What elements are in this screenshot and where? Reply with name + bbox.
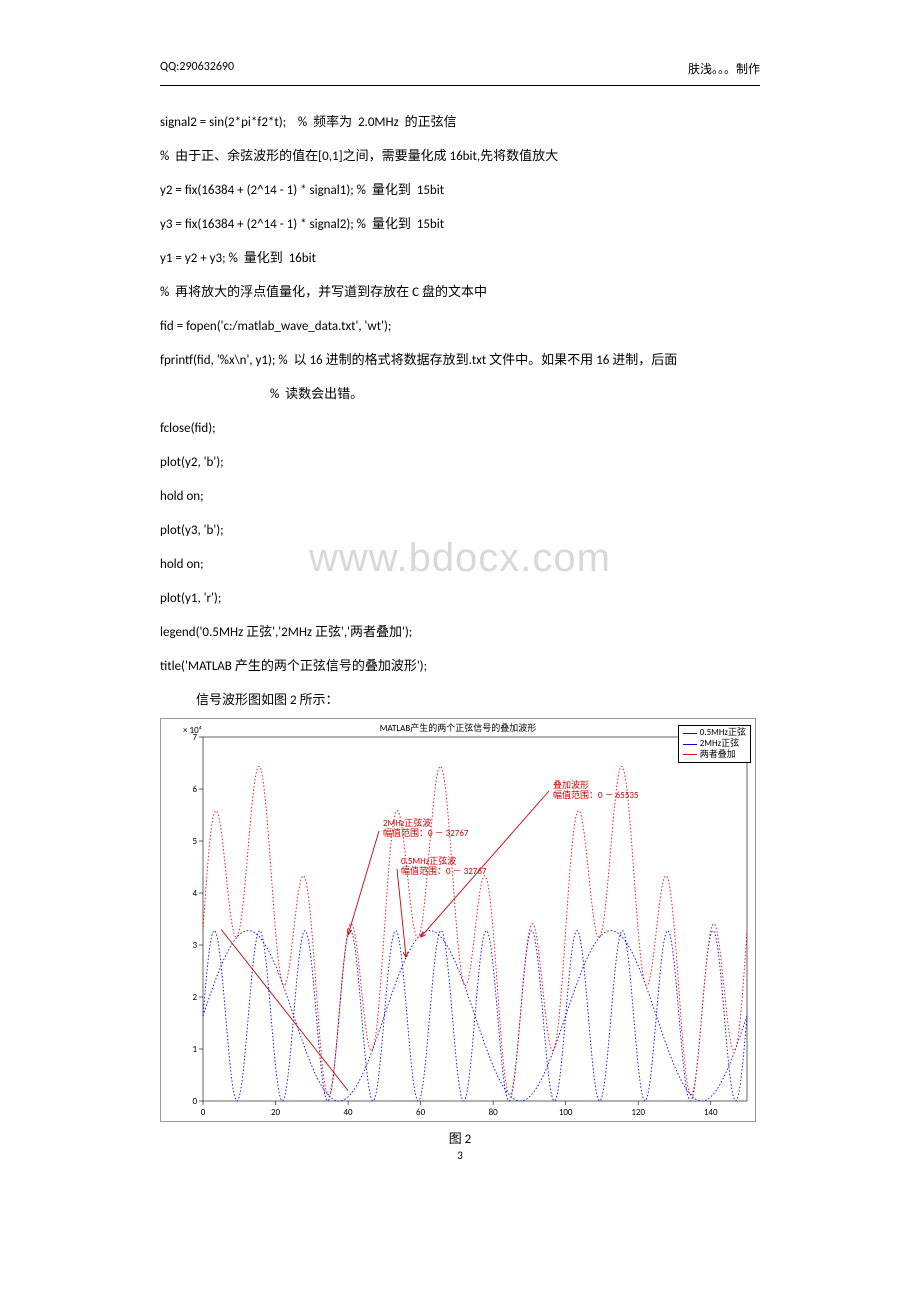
svg-text:60: 60: [416, 1107, 426, 1118]
page-header: QQ:290632690 肤浅。。。制作: [160, 60, 760, 77]
code-line: y2 = fix(16384 + (2^14 - 1) * signal1); …: [160, 178, 760, 204]
chart-figure: MATLAB产生的两个正弦信号的叠加波形 × 10⁴ 0204060801001…: [160, 718, 756, 1122]
header-divider: [160, 85, 760, 86]
caption-intro: 信号波形图如图 2 所示：: [196, 688, 760, 714]
svg-text:40: 40: [344, 1107, 354, 1118]
code-line: y3 = fix(16384 + (2^14 - 1) * signal2); …: [160, 212, 760, 238]
code-line: fprintf(fid, '%x\n', y1); % 以 16 进制的格式将数…: [160, 348, 760, 374]
legend-label: 2MHz正弦: [700, 739, 739, 750]
code-line: % 再将放大的浮点值量化，并写道到存放在 C 盘的文本中: [160, 280, 760, 306]
svg-text:0: 0: [192, 1096, 197, 1107]
code-line: y1 = y2 + y3; % 量化到 16bit: [160, 246, 760, 272]
legend-swatch: [683, 733, 697, 734]
svg-text:1: 1: [192, 1044, 197, 1055]
chart-annotation: 叠加波形幅值范围：0 － 65535: [553, 781, 638, 802]
chart-title: MATLAB产生的两个正弦信号的叠加波形: [161, 721, 755, 734]
code-line: % 由于正、余弦波形的值在[0,1]之间，需要量化成 16bit,先将数值放大: [160, 144, 760, 170]
code-line: % 读数会出错。: [270, 382, 760, 408]
svg-text:6: 6: [192, 784, 197, 795]
chart-legend: 0.5MHz正弦 2MHz正弦 两者叠加: [678, 725, 751, 763]
page-number: 3: [160, 1149, 760, 1162]
svg-text:20: 20: [271, 1107, 281, 1118]
legend-row: 两者叠加: [683, 750, 746, 761]
svg-text:2: 2: [192, 992, 197, 1003]
figure-caption: 图 2: [160, 1128, 760, 1147]
code-line: fid = fopen('c:/matlab_wave_data.txt', '…: [160, 314, 760, 340]
watermark: www.bdocx.com: [0, 536, 920, 581]
code-line: fclose(fid);: [160, 416, 760, 442]
legend-label: 两者叠加: [700, 750, 736, 761]
code-line: plot(y2, 'b');: [160, 450, 760, 476]
svg-text:100: 100: [559, 1107, 573, 1118]
chart-annotation: 2MHz正弦波幅值范围：0 － 32767: [383, 819, 468, 840]
svg-text:5: 5: [192, 836, 197, 847]
svg-text:80: 80: [489, 1107, 499, 1118]
legend-swatch: [683, 754, 697, 755]
code-line: legend('0.5MHz 正弦','2MHz 正弦','两者叠加');: [160, 620, 760, 646]
code-line: hold on;: [160, 484, 760, 510]
page: QQ:290632690 肤浅。。。制作 signal2 = sin(2*pi*…: [0, 0, 920, 1192]
code-line: title('MATLAB 产生的两个正弦信号的叠加波形');: [160, 654, 760, 680]
legend-row: 2MHz正弦: [683, 739, 746, 750]
header-left: QQ:290632690: [160, 60, 234, 77]
y-exponent: × 10⁴: [183, 725, 202, 736]
code-line: signal2 = sin(2*pi*f2*t); % 频率为 2.0MHz 的…: [160, 110, 760, 136]
svg-text:140: 140: [704, 1107, 718, 1118]
chart-svg: 02040608010012014001234567: [161, 719, 757, 1123]
svg-text:3: 3: [192, 940, 197, 951]
header-right: 肤浅。。。制作: [688, 60, 760, 77]
svg-text:120: 120: [631, 1107, 645, 1118]
legend-swatch: [683, 744, 697, 745]
code-line: plot(y1, 'r');: [160, 586, 760, 612]
svg-text:4: 4: [192, 888, 197, 899]
chart-annotation: 0.5MHz正弦波幅值范围：0 － 32767: [401, 857, 486, 878]
svg-text:0: 0: [201, 1107, 206, 1118]
